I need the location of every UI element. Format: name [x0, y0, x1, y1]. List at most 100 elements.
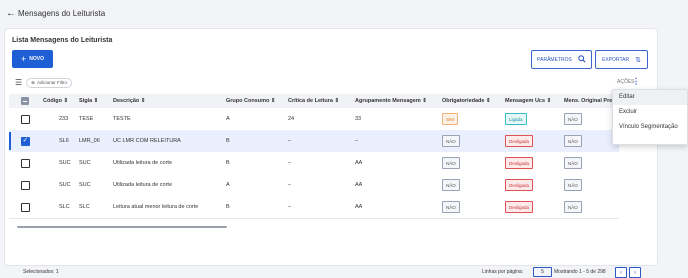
chevron-left-icon: ‹ — [620, 269, 622, 276]
table-row[interactable]: SLC SLC Leitura atual menor leitura de cor… — [9, 196, 619, 219]
cell-codigo: SUC — [59, 160, 71, 166]
col-msgucs-label: Mensagem Ucs — [505, 98, 546, 104]
cell-descricao: UC LMR COM RELEITURA — [113, 138, 181, 144]
back-arrow-icon[interactable]: ← — [6, 8, 16, 19]
filter-icon[interactable]: ☰ — [15, 78, 22, 87]
cell-critica: 24 — [288, 116, 295, 122]
cell-codigo: SUC — [59, 182, 71, 188]
menu-item-vinculo-segmentacao[interactable]: Vínculo Segmentação — [613, 120, 687, 135]
export-button[interactable]: EXPORTAR ⇅ — [595, 50, 648, 69]
menu-item-excluir[interactable]: Excluir — [613, 105, 687, 120]
table-header: Código ⇕ Sigla ⇕ Descrição ⇕ Grupo Consu… — [9, 94, 619, 108]
row-checkbox[interactable] — [21, 136, 30, 146]
new-button-label: NOVO — [29, 56, 44, 62]
selected-indicator — [9, 132, 11, 150]
next-page-button[interactable]: › — [629, 267, 641, 278]
add-circle-icon: ⊕ — [31, 79, 35, 85]
cell-codigo: SLC — [59, 204, 70, 210]
cell-codigo: SL6 — [59, 138, 69, 144]
obrigatoriedade-badge: NÃO — [442, 157, 460, 169]
mensagem-ucs-badge: Desligada — [505, 201, 534, 213]
add-filter-chip[interactable]: ⊕ Adicionar Filtro — [26, 77, 72, 88]
cell-grupo: B — [226, 160, 230, 166]
cell-agrupamento: – — [355, 138, 359, 144]
rows-per-page-select[interactable]: 5 — [533, 267, 552, 277]
new-button[interactable]: + NOVO — [12, 50, 53, 68]
horizontal-scrollbar[interactable] — [17, 226, 227, 228]
cell-critica: – — [288, 204, 292, 210]
col-codigo[interactable]: Código ⇕ — [43, 98, 68, 104]
prev-page-button[interactable]: ‹ — [615, 267, 627, 278]
cell-critica: – — [288, 182, 292, 188]
cell-grupo: B — [226, 204, 230, 210]
table-row[interactable]: SUC SUC Utilizada leitura de corte A – AA NÃO D… — [9, 174, 619, 197]
export-button-label: EXPORTAR — [602, 56, 630, 63]
mensagem-ucs-badge: Desligada — [505, 135, 534, 147]
row-checkbox[interactable] — [21, 115, 30, 124]
col-grupo-consumo[interactable]: Grupo Consumo ⇕ — [226, 98, 276, 104]
obrigatoriedade-badge: NÃO — [442, 135, 460, 147]
rows-per-page-label: Linhas por página: — [482, 269, 524, 275]
col-mens-original[interactable]: Mens. Original Pre — [564, 98, 619, 104]
cell-grupo: B — [226, 138, 230, 144]
more-vertical-icon[interactable]: ⋮ — [632, 77, 640, 86]
col-mensagem-ucs[interactable]: Mensagem Ucs ⇕ — [505, 98, 551, 104]
obrigatoriedade-badge: SIM — [442, 113, 459, 125]
col-descricao[interactable]: Descrição ⇕ — [113, 98, 145, 104]
select-all-checkbox[interactable] — [21, 97, 29, 105]
col-obrig-label: Obrigatoriedade — [442, 98, 485, 104]
actions-menu: Editar Excluir Vínculo Segmentação — [612, 89, 688, 145]
col-critica[interactable]: Crítica de Leitura ⇕ — [288, 98, 339, 104]
plus-icon: + — [21, 53, 27, 64]
cell-critica: – — [288, 138, 292, 144]
cell-sigla: SUC — [79, 160, 91, 166]
mensagem-ucs-badge: Ligada — [505, 113, 527, 125]
table-row[interactable]: SL6 LMR_06 UC LMR COM RELEITURA B – – NÃO Desli… — [9, 130, 619, 153]
mens-original-badge: NÃO — [564, 157, 582, 169]
mens-original-badge: NÃO — [564, 135, 582, 147]
page-title: Mensagens do Leiturista — [18, 9, 106, 18]
cell-agrupamento: AA — [355, 182, 363, 188]
add-filter-label: Adicionar Filtro — [36, 80, 67, 85]
table-row[interactable]: 233 TESE TESTE A 24 33 SIM Ligada NÃO — [9, 108, 619, 131]
card-title: Lista Mensagens do Leiturista — [12, 37, 113, 44]
cell-descricao: TESTE — [113, 116, 131, 122]
cell-critica: – — [288, 160, 292, 166]
selected-count: Selecionados: 1 — [23, 269, 59, 275]
search-settings-icon — [578, 54, 586, 65]
chevron-right-icon: › — [634, 269, 636, 276]
col-agrupamento[interactable]: Agrupamento Mensagem ⇕ — [355, 98, 427, 104]
col-obrigatoriedade[interactable]: Obrigatoriedade ⇕ — [442, 98, 491, 104]
mens-original-badge: NÃO — [564, 113, 582, 125]
mensagem-ucs-badge: Desligada — [505, 179, 534, 191]
filter-row: ☰ ⊕ Adicionar Filtro — [15, 77, 72, 88]
mens-original-badge: NÃO — [564, 179, 582, 191]
col-descricao-label: Descrição — [113, 98, 140, 104]
cell-grupo: A — [226, 116, 230, 122]
row-checkbox[interactable] — [21, 203, 30, 212]
obrigatoriedade-badge: NÃO — [442, 201, 460, 213]
cell-agrupamento: 33 — [355, 116, 362, 122]
col-mensorig-label: Mens. Original Pre — [564, 98, 613, 104]
cell-descricao: Leitura atual menor leitura de corte — [113, 204, 199, 210]
parameters-button[interactable]: PARÂMETROS — [531, 50, 592, 69]
sort-arrows-icon: ⇅ — [635, 56, 641, 64]
table-row[interactable]: SUC SUC Utilizada leitura de corte B – AA NÃO D… — [9, 152, 619, 175]
top-bar: ← Mensagens do Leiturista — [0, 0, 688, 28]
col-codigo-label: Código — [43, 98, 62, 104]
cell-agrupamento: AA — [355, 204, 363, 210]
pagination-range: Mostrando 1 - 5 de 298 — [554, 269, 606, 275]
cell-codigo: 233 — [59, 116, 69, 122]
list-card: Lista Mensagens do Leiturista + NOVO PAR… — [4, 28, 658, 278]
menu-item-editar[interactable]: Editar — [613, 90, 687, 105]
cell-descricao: Utilizada leitura de corte — [113, 160, 173, 166]
row-checkbox[interactable] — [21, 181, 30, 190]
obrigatoriedade-badge: NÃO — [442, 179, 460, 191]
col-grupo-label: Grupo Consumo — [226, 98, 270, 104]
col-sigla-label: Sigla — [79, 98, 93, 104]
col-agrupamento-label: Agrupamento Mensagem — [355, 98, 421, 104]
col-sigla[interactable]: Sigla ⇕ — [79, 98, 98, 104]
row-checkbox[interactable] — [21, 159, 30, 168]
cell-sigla: LMR_06 — [79, 138, 100, 144]
cell-descricao: Utilizada leitura de corte — [113, 182, 173, 188]
